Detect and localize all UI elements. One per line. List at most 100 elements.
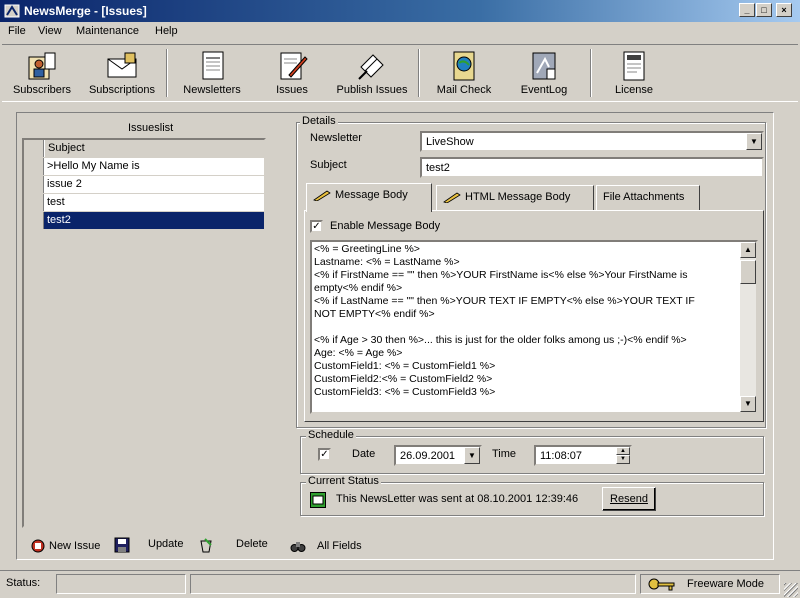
resize-grip[interactable] xyxy=(784,583,798,597)
table-cell[interactable]: test xyxy=(44,194,264,211)
license-icon xyxy=(623,51,645,81)
close-button[interactable]: × xyxy=(776,3,792,17)
title-bar: NewsMerge - [Issues] _ □ × xyxy=(0,0,800,22)
menu-bar: File View Maintenance Help xyxy=(0,22,800,42)
event-log-button[interactable]: EventLog xyxy=(504,47,584,101)
action-label: All Fields xyxy=(317,539,362,552)
tab-file-attachments[interactable]: File Attachments xyxy=(596,185,700,211)
spin-down-icon[interactable]: ▼ xyxy=(616,455,630,464)
resend-button[interactable]: Resend xyxy=(602,487,656,511)
message-body-textarea[interactable]: <% = GreetingLine %> Lastname: <% = LastN… xyxy=(310,240,758,414)
date-picker[interactable]: 26.09.2001 ▼ xyxy=(394,445,482,466)
tab-label: File Attachments xyxy=(603,191,685,203)
schedule-date-checkbox[interactable]: ✓ xyxy=(318,448,331,461)
message-body-line: Age: <% = Age %> xyxy=(314,347,403,359)
enable-message-body-label: Enable Message Body xyxy=(330,220,441,232)
toolbar-label: Mail Check xyxy=(436,84,492,96)
save-icon[interactable] xyxy=(114,537,130,553)
new-issue-icon xyxy=(31,539,45,553)
date-label: Date xyxy=(352,448,376,460)
mail-check-icon xyxy=(453,51,475,81)
status-pane xyxy=(56,574,186,594)
table-row[interactable]: test xyxy=(24,194,264,211)
time-value: 11:08:07 xyxy=(540,450,583,462)
issues-icon xyxy=(280,52,308,80)
message-body-line: <% if Age > 30 then %>... this is just f… xyxy=(314,334,687,346)
status-label: Status: xyxy=(6,577,41,589)
details-group-label: Details xyxy=(300,115,338,127)
newsletters-button[interactable]: Newsletters xyxy=(172,47,252,101)
event-log-icon xyxy=(532,52,556,80)
issues-grid[interactable]: Subject >Hello My Name is issue 2 test t… xyxy=(22,138,266,528)
resend-button-label: Resend xyxy=(610,493,648,505)
table-row-selected[interactable]: test2 xyxy=(24,212,264,229)
window-title: NewsMerge - [Issues] xyxy=(24,4,147,18)
maximize-button[interactable]: □ xyxy=(756,3,772,17)
date-value: 26.09.2001 xyxy=(400,450,456,462)
menu-help[interactable]: Help xyxy=(155,25,178,37)
minimize-button[interactable]: _ xyxy=(739,3,755,17)
table-cell[interactable]: issue 2 xyxy=(44,176,264,193)
tab-label: Message Body xyxy=(335,189,408,201)
key-icon xyxy=(648,578,675,591)
message-body-lines: <% = GreetingLine %> Lastname: <% = LastN… xyxy=(314,243,742,399)
enable-message-body-checkbox[interactable]: ✓ xyxy=(310,220,323,233)
issues-button[interactable]: Issues xyxy=(252,47,332,101)
subscribers-icon xyxy=(28,52,56,80)
toolbar-label: Newsletters xyxy=(183,84,241,96)
schedule-group-label: Schedule xyxy=(306,429,356,441)
table-row[interactable]: >Hello My Name is xyxy=(24,158,264,175)
freeware-mode-pane: Freeware Mode xyxy=(640,574,780,594)
subject-value: test2 xyxy=(426,162,450,174)
message-body-line: <% = GreetingLine %> xyxy=(314,243,420,255)
message-body-line: <% if FirstName == "" then %>YOUR FirstN… xyxy=(314,269,688,281)
time-label: Time xyxy=(492,448,517,460)
message-body-line: <% if LastName == "" then %>YOUR TEXT IF… xyxy=(314,295,695,307)
menu-maintenance[interactable]: Maintenance xyxy=(76,25,139,37)
toolbar-separator xyxy=(166,49,168,97)
scroll-down-icon[interactable]: ▼ xyxy=(740,396,756,412)
sent-status-icon xyxy=(310,492,326,508)
mail-check-button[interactable]: Mail Check xyxy=(424,47,504,101)
tab-label: HTML Message Body xyxy=(465,191,571,203)
chevron-down-icon[interactable]: ▼ xyxy=(746,133,762,150)
spin-up-icon[interactable]: ▲ xyxy=(616,447,630,455)
delete-icon[interactable] xyxy=(198,537,214,553)
publish-issues-button[interactable]: Publish Issues xyxy=(332,47,412,101)
vertical-scrollbar[interactable]: ▲ ▼ xyxy=(740,242,756,412)
message-body-line: CustomField3: <% = CustomField3 %> xyxy=(314,386,496,398)
delete-button[interactable]: Delete xyxy=(236,538,268,550)
message-body-line: NOT EMPTY<% endif %> xyxy=(314,308,435,320)
toolbar-label: Issues xyxy=(276,84,308,96)
table-row[interactable]: issue 2 xyxy=(24,176,264,193)
scroll-thumb[interactable] xyxy=(740,260,756,284)
table-cell[interactable]: >Hello My Name is xyxy=(44,158,264,175)
toolbar-separator xyxy=(418,49,420,97)
chevron-down-icon[interactable]: ▼ xyxy=(464,447,480,464)
toolbar-label: Subscriptions xyxy=(88,84,156,96)
all-fields-button[interactable]: All Fields xyxy=(290,538,362,554)
action-bar: New Issue Update Delete All Fields xyxy=(22,534,774,558)
subscribers-button[interactable]: Subscribers xyxy=(2,47,82,101)
publish-issues-icon xyxy=(358,54,384,80)
menu-file[interactable]: File xyxy=(8,25,26,37)
newsletter-label: Newsletter xyxy=(310,132,362,144)
message-body-line: Lastname: <% = LastName %> xyxy=(314,256,460,268)
newsletter-select[interactable]: LiveShow ▼ xyxy=(420,131,764,152)
license-button[interactable]: License xyxy=(594,47,674,101)
tab-html-message-body[interactable]: HTML Message Body xyxy=(436,185,594,211)
new-issue-button[interactable]: New Issue xyxy=(30,538,100,554)
tab-message-body[interactable]: Message Body xyxy=(306,183,432,212)
subscriptions-button[interactable]: Subscriptions xyxy=(82,47,162,101)
update-button[interactable]: Update xyxy=(148,538,183,550)
message-body-line: CustomField1: <% = CustomField1 %> xyxy=(314,360,496,372)
subject-column-header[interactable]: Subject xyxy=(44,140,264,157)
scroll-up-icon[interactable]: ▲ xyxy=(740,242,756,258)
toolbar-separator xyxy=(590,49,592,97)
subject-input[interactable]: test2 xyxy=(420,157,764,178)
grid-header-row: Subject xyxy=(24,140,264,157)
toolbar-label: License xyxy=(615,84,653,96)
time-input[interactable]: 11:08:07 ▲ ▼ xyxy=(534,445,632,466)
table-cell[interactable]: test2 xyxy=(44,212,264,229)
menu-view[interactable]: View xyxy=(38,25,62,37)
